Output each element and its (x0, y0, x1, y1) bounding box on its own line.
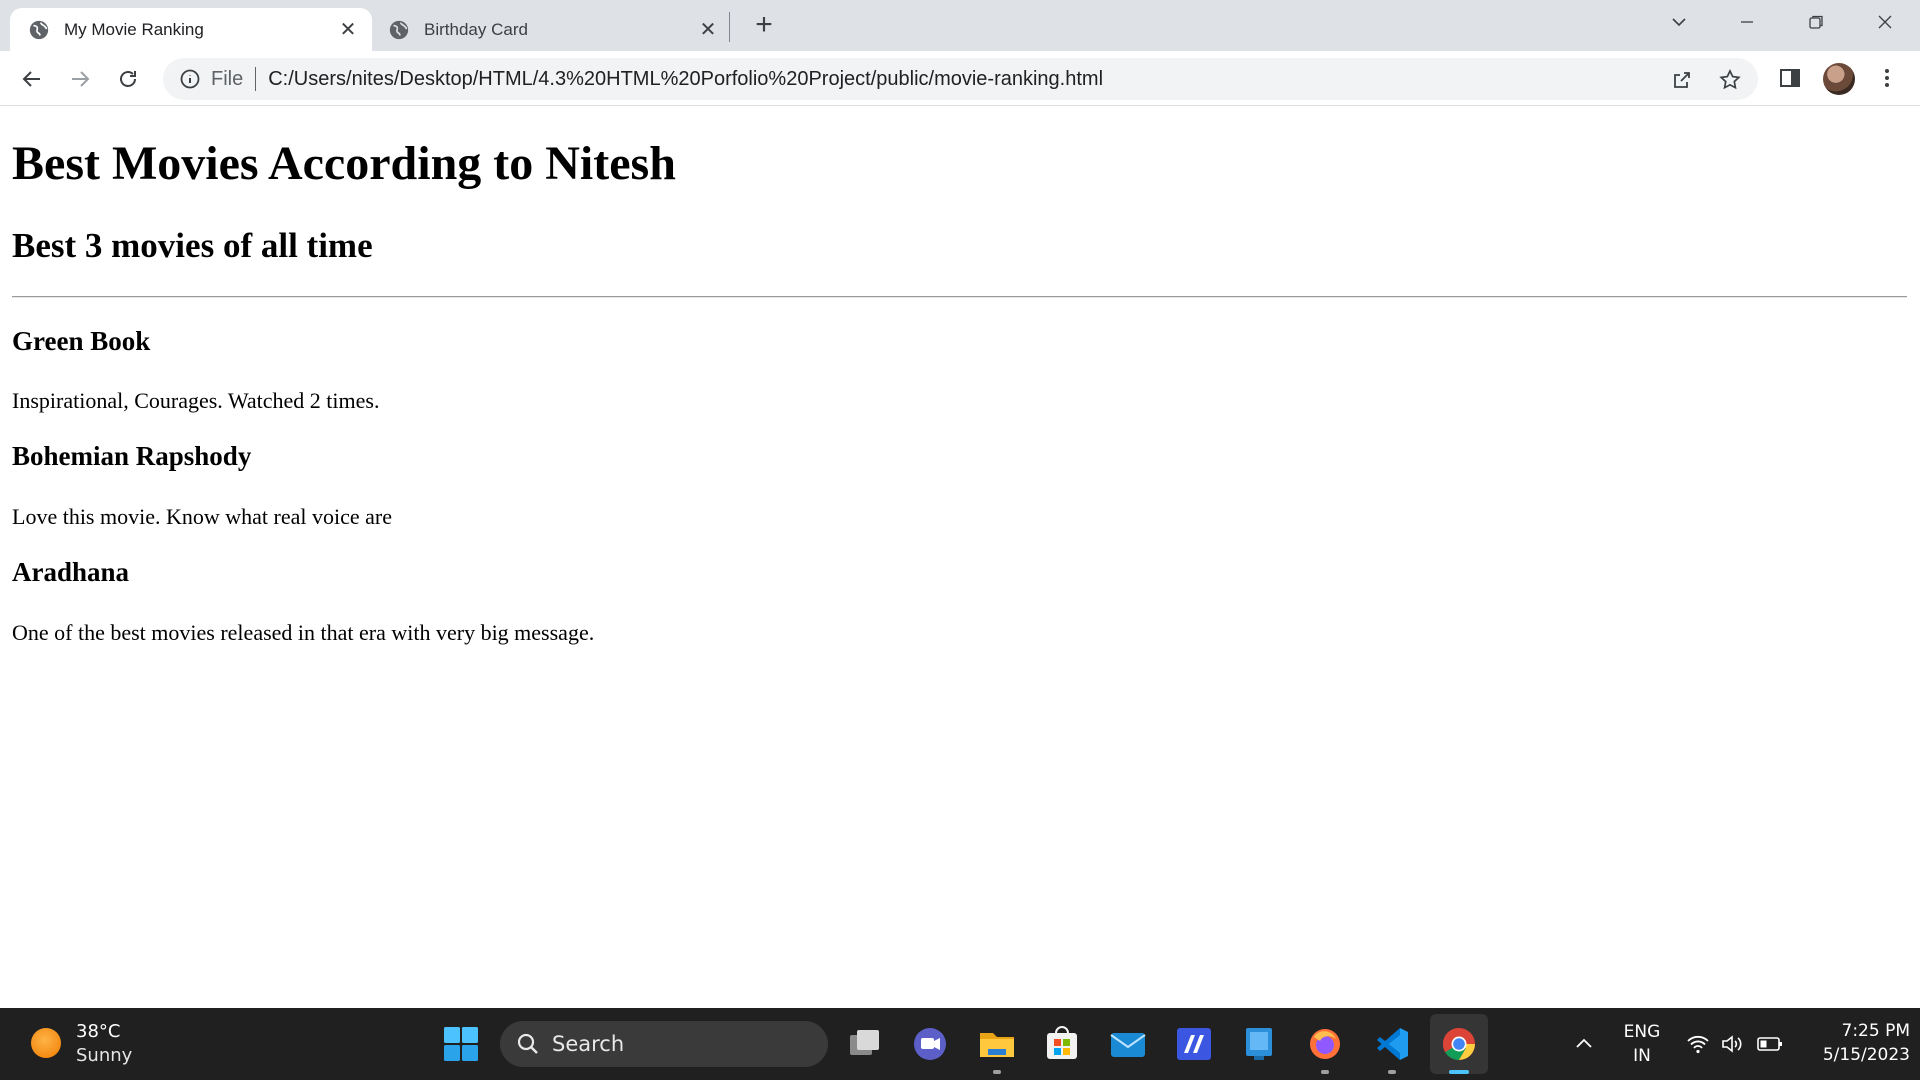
windows-start-icon[interactable] (442, 1025, 480, 1063)
tab-birthday-card[interactable]: Birthday Card ✕ (370, 8, 732, 51)
close-window-button[interactable] (1865, 6, 1905, 38)
page-subtitle: Best 3 movies of all time (12, 226, 373, 265)
teams-chat-icon[interactable] (911, 1025, 949, 1063)
close-tab-icon[interactable]: ✕ (338, 19, 358, 41)
battery-icon[interactable] (1756, 1032, 1784, 1056)
restore-button[interactable] (1796, 6, 1836, 38)
back-button[interactable] (15, 62, 49, 96)
movie-description: One of the best movies released in that … (12, 620, 595, 645)
movie-description: Love this movie. Know what real voice ar… (12, 504, 392, 529)
page-content: Best Movies According to Nitesh Best 3 m… (0, 106, 1920, 1008)
search-icon (517, 1033, 538, 1054)
horizontal-rule (12, 296, 1907, 298)
share-icon[interactable] (1670, 68, 1694, 92)
running-indicator (1388, 1070, 1396, 1074)
active-indicator (1449, 1070, 1469, 1074)
language-code: ENG (1623, 1022, 1661, 1042)
clock-date: 5/15/2023 (1822, 1045, 1910, 1065)
microsoft-store-icon[interactable] (1043, 1025, 1081, 1063)
forward-button[interactable] (63, 62, 97, 96)
clock-time: 7:25 PM (1841, 1021, 1911, 1041)
weather-condition: Sunny (76, 1045, 133, 1066)
taskbar: 38°C Sunny Search ENG IN 7:25 PM 5/15/20… (0, 1008, 1920, 1080)
firefox-icon[interactable] (1306, 1025, 1344, 1063)
minimize-button[interactable] (1727, 6, 1767, 38)
wifi-icon[interactable] (1686, 1032, 1710, 1056)
tab-strip: My Movie Ranking ✕ Birthday Card ✕ + (0, 0, 1920, 51)
app-blue-m-icon[interactable] (1175, 1025, 1213, 1063)
task-view-icon[interactable] (846, 1025, 884, 1063)
chrome-icon (1442, 1028, 1475, 1060)
arrow-right-icon (72, 71, 90, 87)
arrow-left-icon (22, 71, 40, 87)
info-icon[interactable] (179, 68, 201, 90)
url-text[interactable]: C:/Users/nites/Desktop/HTML/4.3%20HTML%2… (268, 68, 1103, 91)
bookmark-star-icon[interactable] (1718, 68, 1742, 92)
language-region: IN (1633, 1046, 1651, 1066)
side-panel-icon[interactable] (1779, 67, 1801, 89)
new-tab-button[interactable]: + (748, 8, 780, 41)
movie-title: Aradhana (12, 557, 130, 587)
movie-title: Green Book (12, 326, 151, 356)
address-bar[interactable]: File C:/Users/nites/Desktop/HTML/4.3%20H… (163, 58, 1758, 100)
globe-icon (29, 20, 49, 39)
globe-icon (389, 20, 409, 39)
reload-button[interactable] (111, 62, 145, 96)
profile-avatar[interactable] (1823, 63, 1855, 95)
chevron-up-icon[interactable] (1574, 1034, 1594, 1054)
taskbar-search[interactable]: Search (500, 1021, 828, 1067)
sun-icon (31, 1028, 61, 1058)
file-explorer-icon[interactable] (978, 1025, 1016, 1063)
movie-title: Bohemian Rapshody (12, 441, 252, 471)
tab-title: My Movie Ranking (64, 19, 204, 39)
more-menu-icon[interactable] (1875, 66, 1899, 90)
weather-temperature: 38°C (76, 1021, 121, 1042)
scheme-label: File (211, 67, 244, 90)
omnibox-divider (255, 67, 257, 91)
browser-toolbar: File C:/Users/nites/Desktop/HTML/4.3%20H… (0, 51, 1920, 106)
tab-title: Birthday Card (424, 19, 528, 39)
movie-description: Inspirational, Courages. Watched 2 times… (12, 388, 380, 413)
page-title: Best Movies According to Nitesh (12, 137, 676, 190)
tab-my-movie-ranking[interactable]: My Movie Ranking ✕ (10, 8, 372, 51)
vscode-icon[interactable] (1373, 1025, 1411, 1063)
tab-search-chevron-icon[interactable] (1659, 6, 1699, 38)
close-tab-icon[interactable]: ✕ (698, 19, 718, 41)
reload-icon (120, 71, 136, 87)
running-indicator (1321, 1070, 1329, 1074)
volume-icon[interactable] (1720, 1032, 1744, 1056)
mail-icon[interactable] (1109, 1025, 1147, 1063)
running-indicator (993, 1070, 1001, 1074)
app-blue-doc-icon[interactable] (1240, 1025, 1278, 1063)
tab-separator (729, 12, 730, 42)
search-placeholder: Search (552, 1032, 625, 1056)
